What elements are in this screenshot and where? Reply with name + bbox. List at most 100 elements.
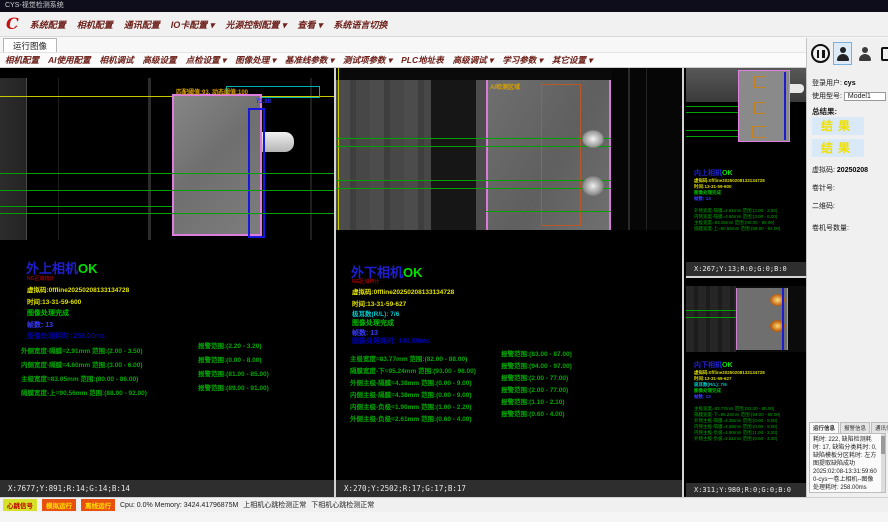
tab-run-image[interactable]: 运行图像 [3, 38, 57, 53]
ng-note: NG区域统计 [352, 278, 380, 285]
tool-spot-check[interactable]: 点检设置 ▾ [186, 54, 227, 66]
exit-button[interactable] [877, 42, 888, 65]
measure-line [686, 310, 736, 311]
upper-camera-heartbeat: 上相机心跳检测正常 [243, 500, 306, 510]
camera-title-text: 内上相机 [694, 170, 722, 177]
camera-image-inner-lower[interactable] [686, 286, 806, 352]
frame-count: 帧数: 13 [27, 320, 53, 330]
user-manage-button[interactable] [855, 42, 874, 65]
camera-image-outer-lower[interactable]: AI检测区域 [336, 68, 682, 230]
roi-blue-line [782, 288, 784, 350]
alarm-range: 报警范围:(89.00 - 91.00) [198, 382, 269, 392]
capture-time: 时间:13-31-59-627 [352, 298, 406, 308]
camera-view-outer-lower[interactable]: AI检测区域 外下相机OK NG区域统计 虚拟码:0ffline20250208… [336, 68, 682, 497]
app-window: CYS-视觉检测系统 C 系统配置 相机配置 通讯配置 IO卡配置 ▾ 光源控制… [0, 0, 888, 522]
log-tab-alarm[interactable]: 报警信息 [840, 422, 870, 433]
tool-baseline-params[interactable]: 基准线参数 ▾ [285, 54, 334, 66]
tool-ai-config[interactable]: AI使用配置 [48, 54, 91, 66]
measure-value: 内侧主极-负极=1.90mm 范围:(1.00 - 2.20) [694, 430, 777, 435]
view-separator [682, 68, 684, 497]
process-done: 图像处理完成 [352, 318, 394, 328]
measure-line [0, 190, 334, 191]
measure-value: 外侧主极-隔膜=4.38mm 范围:(0.00 - 9.00) [694, 418, 777, 423]
brand-c-icon: C [6, 16, 19, 32]
menu-io-config[interactable]: IO卡配置 ▾ [171, 18, 215, 31]
camera-image-inner-upper[interactable] [686, 68, 806, 160]
app-status-bar: 心跳信号 模拟运行 离线运行 Cpu: 0.0% Memory: 3424.41… [0, 497, 888, 512]
defect-box [754, 102, 766, 114]
cpu-memory-readout: Cpu: 0.0% Memory: 3424.41796875M [120, 502, 238, 509]
user-login-button[interactable] [833, 42, 852, 65]
model-select[interactable]: Model1 [844, 92, 886, 101]
alarm-range: 报警范围:(2.20 - 3.20) [198, 340, 262, 350]
log-text-area[interactable]: 耗时: 222, 缺陷检测耗时: 17, 缺陷分类耗时: 0, 缺陷模板分区耗时… [809, 433, 886, 493]
menu-view[interactable]: 查看 ▾ [297, 18, 322, 31]
frame-count: 帧数: 13 [694, 196, 711, 201]
measure-value: 外侧宽度-隔膜=2.91mm 范围:(2.00 - 3.50) [694, 208, 777, 213]
login-user-row: 登录用户: cys [812, 78, 856, 88]
tool-advanced-debug[interactable]: 高级调试 ▾ [453, 54, 494, 66]
metal-highlight [582, 130, 604, 148]
capture-time: 时间:13-31-59-600 [694, 184, 732, 189]
tool-advanced-settings[interactable]: 高级设置 [143, 54, 177, 66]
tool-plc-address[interactable]: PLC地址表 [401, 54, 444, 66]
pause-icon [811, 44, 830, 63]
menu-camera-config[interactable]: 相机配置 [77, 18, 113, 31]
tool-camera-config[interactable]: 相机配置 [5, 54, 39, 66]
camera-ok-status: OK [722, 362, 733, 369]
defect-box [752, 126, 766, 138]
measurement-row: 主极宽度=83.77mm 范围:(82.00 - 88.00) 报警范围:(83… [350, 348, 467, 358]
log-tab-run[interactable]: 运行信息 [809, 422, 839, 433]
menu-bar: C 系统配置 相机配置 通讯配置 IO卡配置 ▾ 光源控制配置 ▾ 查看 ▾ 系… [0, 12, 888, 37]
image-stripe [646, 68, 647, 230]
window-title: CYS-视觉检测系统 [5, 2, 64, 9]
login-user-label: 登录用户: [812, 80, 842, 87]
tool-camera-debug[interactable]: 相机调试 [100, 54, 134, 66]
camera-view-inner-upper[interactable]: 内上相机OK 虚拟码:0ffline20250208133134728 时间:1… [686, 68, 806, 276]
camera-image-outer-upper[interactable]: 73.88 匹配阈值:93, 动态阈值:100 [0, 78, 334, 240]
measure-value: 外侧主极-负极=2.61mm 范围:(0.60 - 4.00) [694, 436, 777, 441]
measure-line [336, 138, 611, 139]
footer-filler [0, 512, 888, 522]
camera-view-outer-upper[interactable]: 73.88 匹配阈值:93, 动态阈值:100 外上相机OK NG区域统计 虚拟… [0, 68, 334, 497]
log-scrollbar[interactable] [881, 434, 885, 492]
measure-line [686, 106, 738, 107]
threshold-label: 匹配阈值:93, 动态阈值:100 [176, 87, 248, 96]
tool-other-settings[interactable]: 其它设置 ▾ [552, 54, 593, 66]
ng-note: NG区域统计 [27, 275, 55, 282]
camera-title-text: 内下相机 [694, 362, 722, 369]
tab-strip: 运行图像 [0, 37, 888, 53]
virtual-code: 虚拟码:0ffline20250208133134728 [27, 284, 129, 294]
log-scrollbar-thumb[interactable] [881, 436, 885, 454]
log-tab-comm[interactable]: 通讯信息 [871, 422, 888, 433]
pause-button[interactable] [811, 42, 830, 65]
menu-system-config[interactable]: 系统配置 [30, 18, 66, 31]
roi-blue-label: 73.88 [256, 99, 271, 105]
tool-image-processing[interactable]: 图像处理 ▾ [235, 54, 276, 66]
menu-light-config[interactable]: 光源控制配置 ▾ [225, 18, 286, 31]
tab-count: 极耳数(R/L): 7/6 [352, 308, 399, 318]
image-stripe [628, 68, 630, 230]
pixel-readout-bar: X:311;Y:980;R:0;G:0;B:0 [686, 483, 806, 497]
log-tab-strip: 运行信息 报警信息 通讯信息 [809, 422, 886, 433]
login-user-value: cys [844, 80, 856, 87]
measurement-row: 内侧宽度-隔膜=4.60mm 范围:(3.00 - 6.00) 报警范围:(0.… [21, 354, 143, 364]
alarm-range: 报警范围:(0.60 - 4.00) [501, 408, 565, 418]
pixel-readout-bar: X:270;Y:2502;R:17;G:17;B:17 [336, 480, 682, 497]
tool-learning-params[interactable]: 学习参数 ▾ [502, 54, 543, 66]
result-badge-1: 结果 [812, 117, 864, 135]
model-label: 使用型号: [812, 93, 842, 100]
measurement-row: 外侧宽度-隔膜=2.91mm 范围:(2.00 - 3.50) 报警范围:(2.… [21, 340, 143, 350]
virtual-code-row: 虚拟码: 20250208 [812, 165, 868, 175]
menu-comm-config[interactable]: 通讯配置 [124, 18, 160, 31]
measure-line [336, 188, 611, 189]
measurement-row: 外侧主极-负极=2.61mm 范围:(0.60 - 4.00) 报警范围:(0.… [350, 408, 472, 418]
alarm-range: 报警范围:(81.00 - 85.00) [198, 368, 269, 378]
user-icon [837, 47, 849, 61]
tool-test-params[interactable]: 测试项参数 ▾ [343, 54, 392, 66]
measure-line [0, 206, 172, 207]
measure-line [486, 211, 611, 212]
menu-language-switch[interactable]: 系统语言切换 [333, 18, 387, 31]
toolbar: 相机配置 AI使用配置 相机调试 高级设置 点检设置 ▾ 图像处理 ▾ 基准线参… [0, 52, 806, 68]
camera-view-inner-lower[interactable]: 内下相机OK 虚拟码:0ffline20250208133134728 时间:1… [686, 278, 806, 497]
